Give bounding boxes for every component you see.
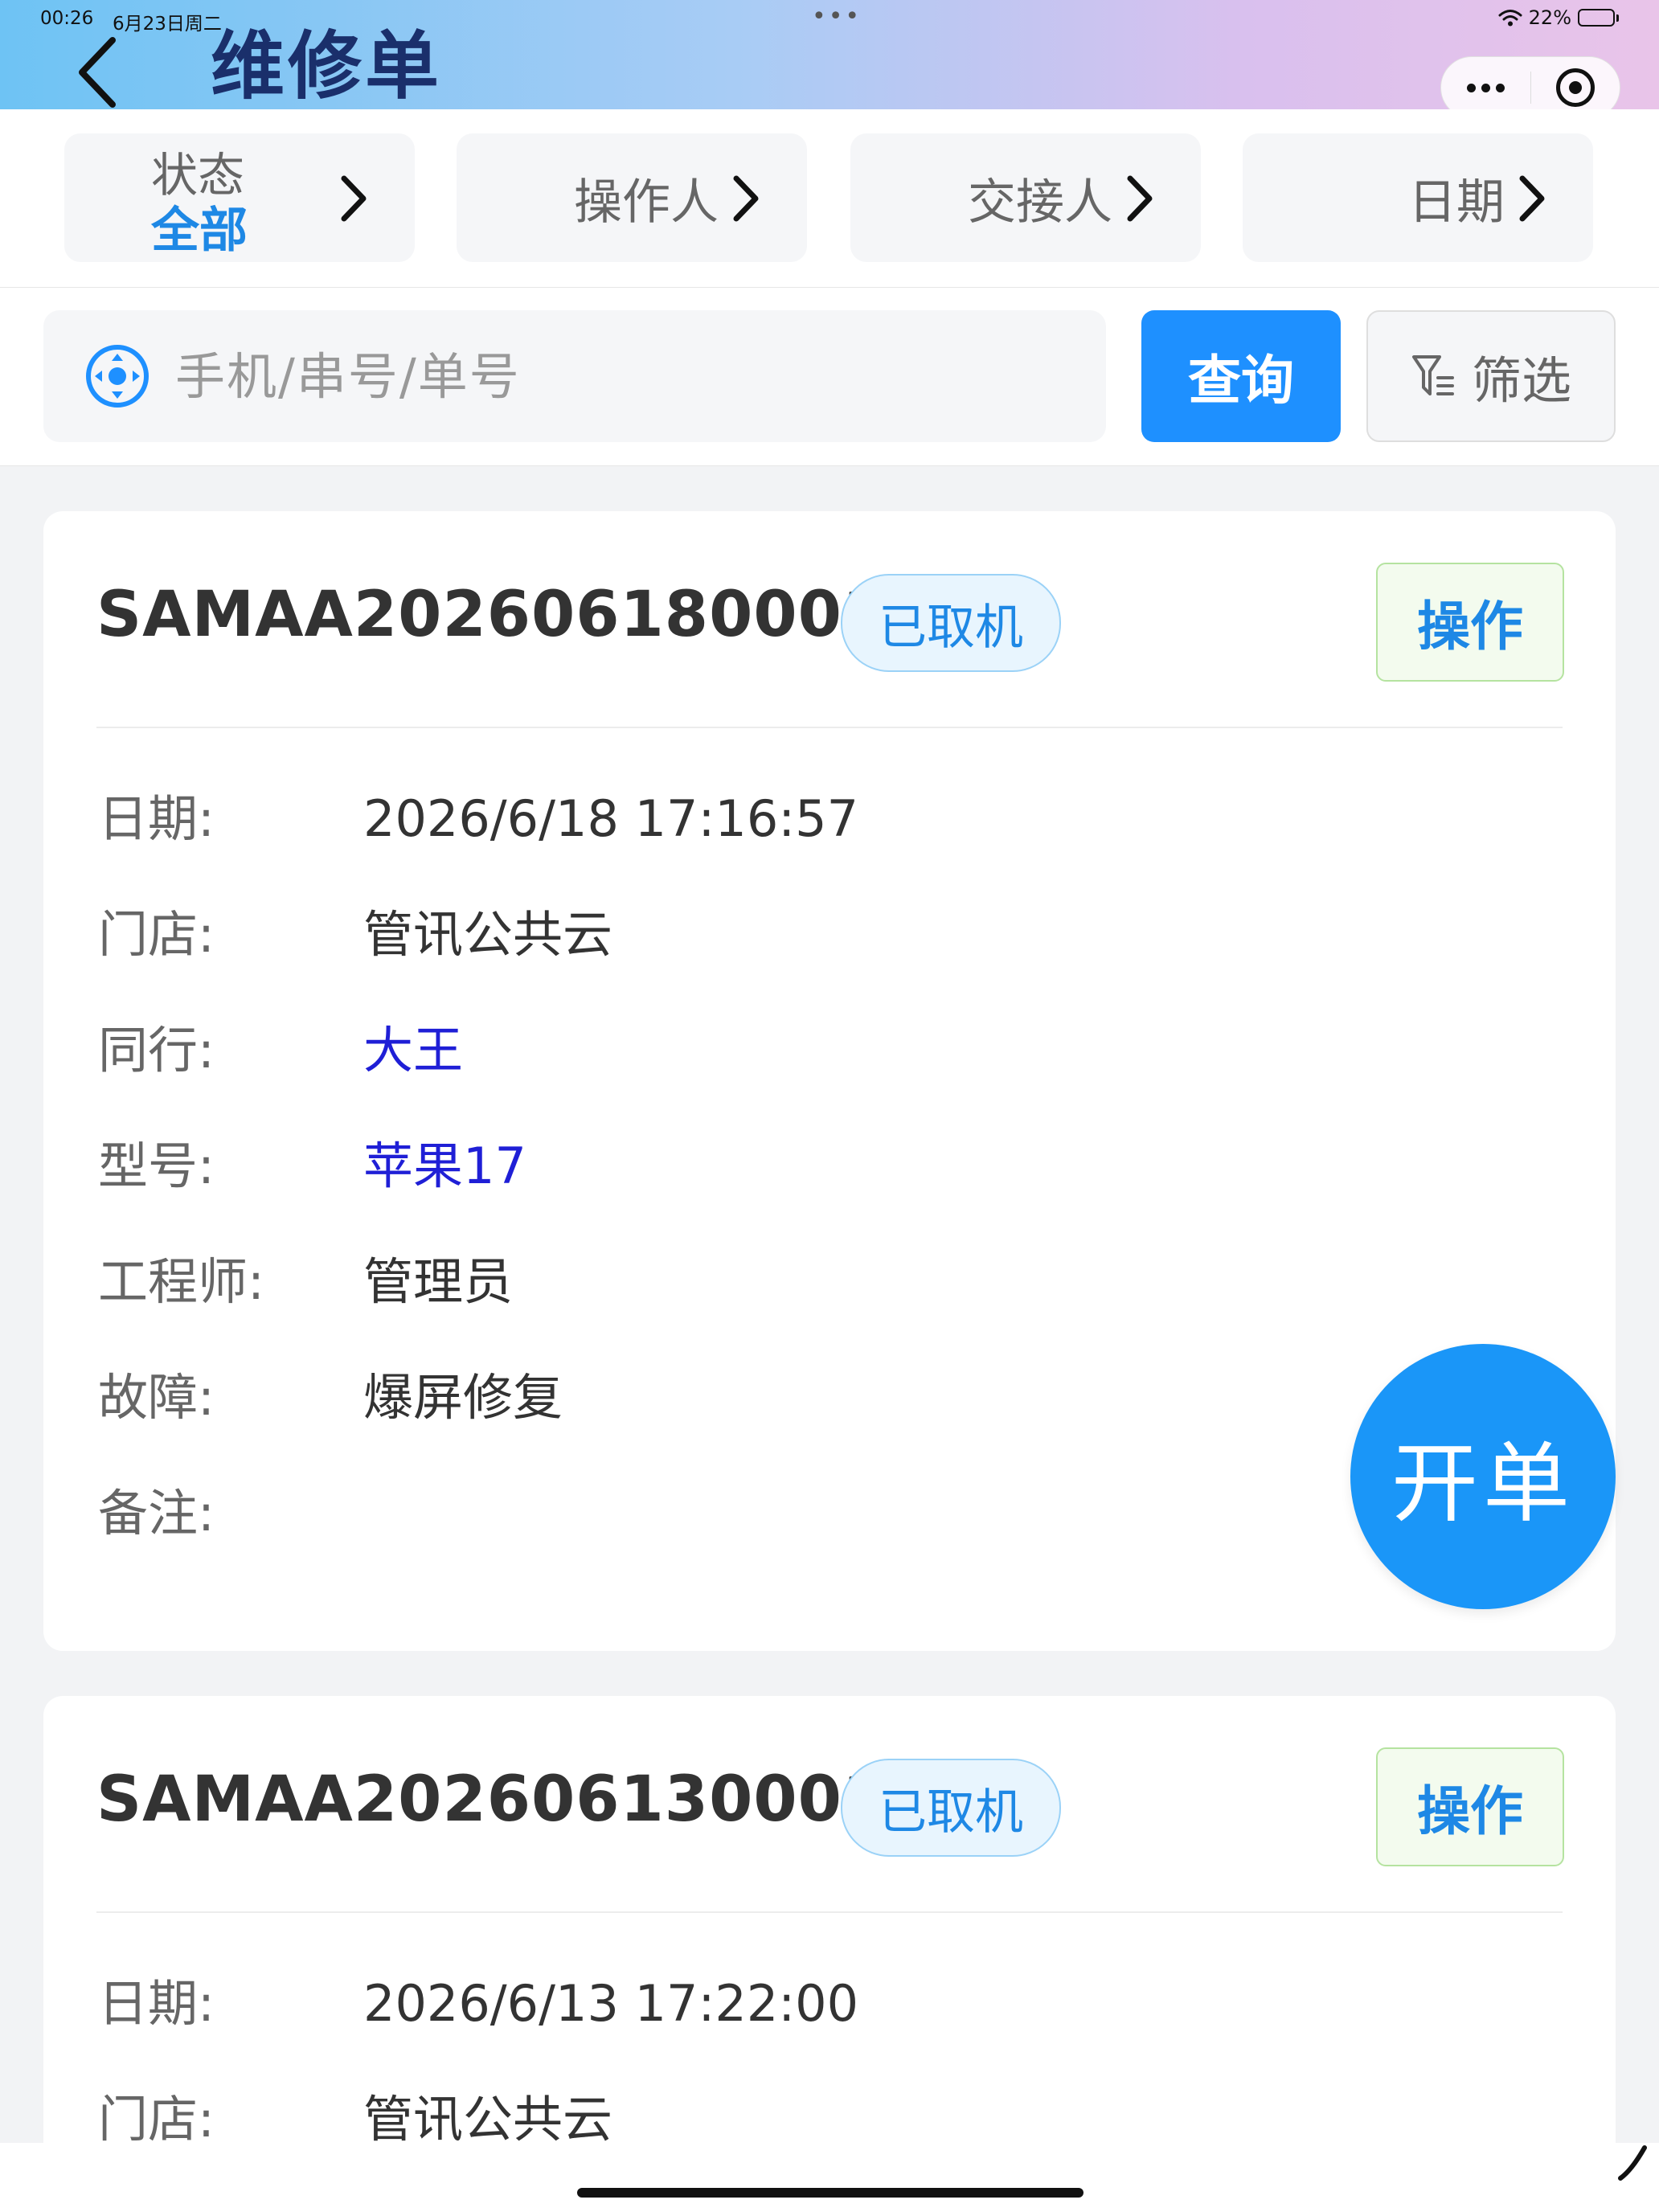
chevron-right-icon (341, 175, 367, 222)
store-label: 门店: (98, 2090, 215, 2149)
pencil-corner-icon (1618, 2145, 1647, 2181)
filter-tab-operator[interactable]: 操作人 (457, 133, 807, 262)
search-box (43, 310, 1106, 442)
multitask-dots-icon[interactable]: ••• (812, 5, 862, 29)
operate-button[interactable]: 操作 (1376, 1747, 1564, 1866)
filter-date-label: 日期 (1408, 174, 1505, 231)
order-number: SAMAA202606180001 (96, 579, 887, 651)
status-time: 00:26 (40, 8, 94, 29)
more-dots-icon (1466, 83, 1505, 92)
filter-status-label: 状态 (151, 148, 245, 203)
funnel-icon (1411, 355, 1454, 395)
home-indicator[interactable] (577, 2188, 1083, 2198)
bottom-safe-area (0, 2143, 1659, 2212)
store-label: 门店: (98, 905, 215, 964)
filter-handover-label: 交接人 (968, 174, 1112, 231)
card-divider (96, 727, 1563, 728)
engineer-value: 管理员 (363, 1252, 514, 1311)
filter-tab-date[interactable]: 日期 (1243, 133, 1593, 262)
filter-status-value: 全部 (151, 202, 248, 259)
scan-icon[interactable] (84, 342, 151, 410)
chevron-right-icon (1519, 175, 1545, 222)
filter-operator-label: 操作人 (574, 174, 719, 231)
store-value: 管讯公共云 (363, 905, 613, 964)
battery-percent: 22% (1528, 6, 1571, 29)
search-row: 查询 筛选 (0, 288, 1659, 466)
card-divider (96, 1911, 1563, 1913)
peer-label: 同行: (98, 1021, 215, 1079)
battery-icon (1578, 9, 1619, 27)
model-link[interactable]: 苹果17 (363, 1141, 526, 1191)
peer-link[interactable]: 大王 (363, 1026, 463, 1075)
filter-button[interactable]: 筛选 (1366, 310, 1616, 442)
date-label: 日期: (98, 1974, 215, 2033)
filter-tabs: 状态 全部 操作人 交接人 日期 (0, 109, 1659, 288)
note-label: 备注: (98, 1484, 215, 1542)
filter-tab-handover[interactable]: 交接人 (850, 133, 1201, 262)
order-number: SAMAA202606130001 (96, 1763, 887, 1836)
date-value: 2026/6/13 17:22:00 (363, 1974, 859, 2033)
query-button[interactable]: 查询 (1141, 310, 1341, 442)
status-date: 6月23日周二 (113, 14, 222, 35)
date-value: 2026/6/18 17:16:57 (363, 789, 859, 848)
chevron-right-icon (1127, 175, 1153, 222)
filter-tab-status[interactable]: 状态 全部 (64, 133, 415, 262)
order-card[interactable]: SAMAA202606130001 已取机 操作 日期: 2026/6/13 1… (43, 1696, 1616, 2212)
search-input[interactable] (175, 346, 1059, 406)
store-value: 管讯公共云 (363, 2090, 613, 2149)
engineer-label: 工程师: (98, 1252, 264, 1311)
status-badge: 已取机 (841, 574, 1061, 672)
operate-button[interactable]: 操作 (1376, 563, 1564, 682)
wifi-icon (1498, 10, 1522, 27)
target-close-icon (1555, 68, 1595, 107)
status-right: 22% (1498, 6, 1619, 29)
header-bar: 00:26 6月23日周二 ••• 22% 维修单 (0, 0, 1659, 119)
back-arrow-icon[interactable] (71, 32, 127, 113)
new-order-button[interactable]: 开单 (1350, 1344, 1616, 1609)
page-title: 维修单 (211, 23, 443, 109)
fault-label: 故障: (98, 1368, 215, 1427)
fault-value: 爆屏修复 (363, 1368, 563, 1427)
chevron-right-icon (733, 175, 759, 222)
model-label: 型号: (98, 1137, 215, 1195)
filter-button-label: 筛选 (1471, 351, 1571, 410)
date-label: 日期: (98, 789, 215, 848)
status-badge: 已取机 (841, 1759, 1061, 1857)
page: 00:26 6月23日周二 ••• 22% 维修单 状态 全部 操作人 交接人 … (0, 0, 1659, 2212)
